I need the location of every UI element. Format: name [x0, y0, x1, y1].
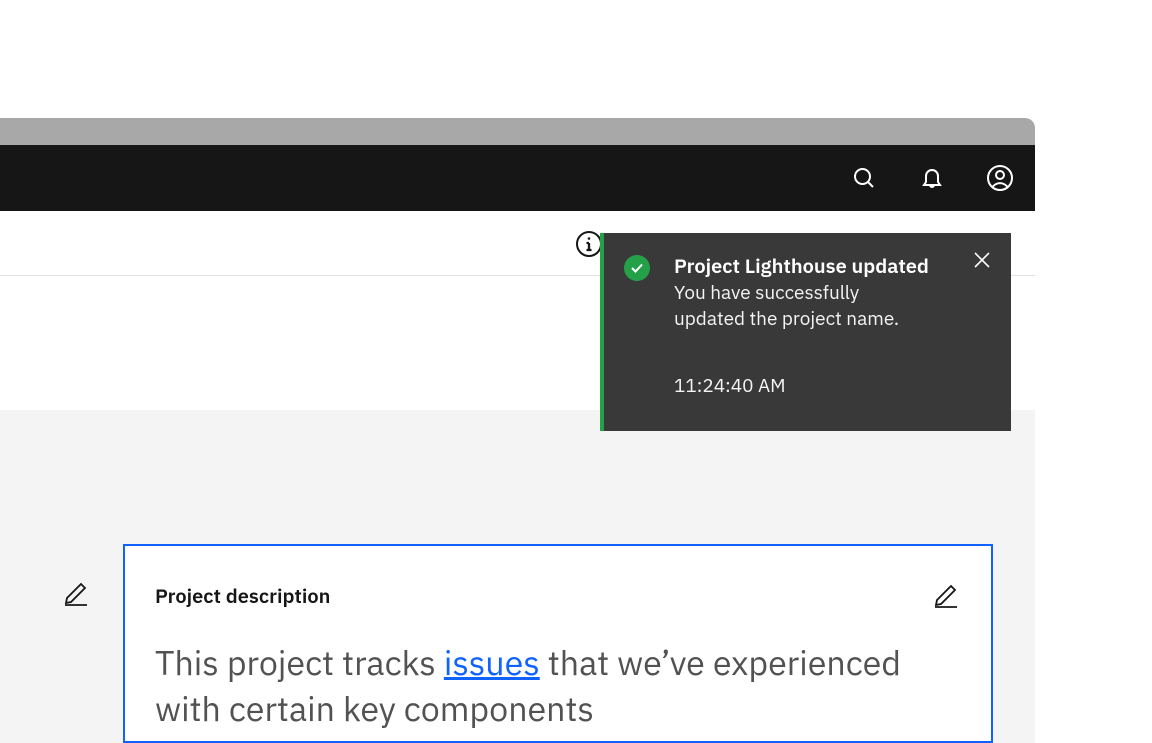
project-description-card[interactable]: Project description This project tracks …: [123, 544, 993, 743]
toast-timestamp: 11:24:40 AM: [674, 374, 991, 398]
success-check-icon: [624, 255, 650, 281]
user-avatar-icon[interactable]: [987, 165, 1013, 191]
toast-title: Project Lighthouse updated: [674, 253, 991, 279]
issues-link[interactable]: issues: [444, 641, 540, 685]
toast-message: You have successfully updated the projec…: [674, 281, 934, 332]
toast-close-button[interactable]: [973, 251, 991, 274]
edit-description-button[interactable]: [933, 582, 959, 608]
project-description-text: This project tracks issues that we’ve ex…: [155, 641, 961, 733]
search-icon[interactable]: [851, 165, 877, 191]
info-icon[interactable]: [576, 231, 602, 257]
top-navbar: [0, 145, 1035, 211]
edit-icon-left[interactable]: [63, 580, 89, 606]
description-text-pre: This project tracks: [155, 641, 444, 685]
project-description-label: Project description: [155, 582, 961, 609]
window-chrome-strip: [0, 118, 1035, 145]
toast-notification: Project Lighthouse updated You have succ…: [600, 233, 1011, 431]
notifications-icon[interactable]: [919, 165, 945, 191]
